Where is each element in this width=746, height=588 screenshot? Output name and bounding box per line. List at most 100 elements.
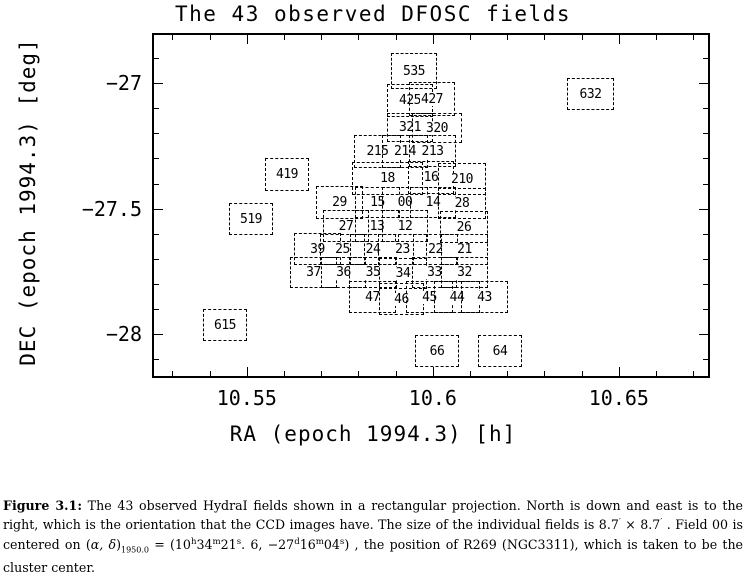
x-axis-minor-tick — [507, 371, 508, 378]
y-axis-minor-tick — [152, 259, 159, 260]
dfosc-field-label: 26 — [455, 219, 473, 235]
y-axis-minor-tick-right — [703, 234, 710, 235]
caption-arcsec-val: 04 — [323, 536, 340, 552]
y-axis-major-tick — [152, 209, 163, 210]
dfosc-field-box: 43 — [461, 281, 508, 313]
y-axis-major-tick — [152, 83, 163, 84]
x-axis-minor-tick-top — [582, 33, 583, 40]
x-axis-minor-tick — [396, 371, 397, 378]
x-axis-minor-tick-top — [321, 33, 322, 40]
dfosc-field-label: 210 — [450, 171, 474, 187]
dfosc-field-box: 427 — [409, 82, 455, 116]
y-axis-minor-tick-right — [703, 309, 710, 310]
y-axis-title: DEC (epoch 1994.3) [deg] — [16, 38, 40, 366]
caption-arcmin-val: 16 — [299, 536, 316, 552]
dfosc-field-label: 16 — [422, 170, 440, 185]
caption-sec-val: 21 — [220, 536, 237, 552]
y-axis-minor-tick-right — [703, 58, 710, 59]
x-axis-major-tick — [247, 367, 248, 378]
x-axis-minor-tick — [321, 371, 322, 378]
x-axis-major-tick — [619, 367, 620, 378]
y-axis-minor-tick — [152, 108, 159, 109]
dfosc-field-label: 27 — [337, 218, 355, 234]
dfosc-field-label: 23 — [394, 242, 411, 257]
caption-min-unit: m — [212, 536, 221, 547]
x-axis-minor-tick — [210, 371, 211, 378]
dfosc-field-label: 519 — [239, 211, 263, 227]
dfosc-field-box: 66 — [415, 335, 459, 367]
dfosc-field-label: 64 — [491, 343, 509, 359]
dfosc-field-box: 632 — [567, 78, 614, 110]
x-axis-minor-tick-top — [693, 33, 694, 40]
y-axis-minor-tick — [152, 359, 159, 360]
x-axis-minor-tick-top — [396, 33, 397, 40]
x-axis-minor-tick-top — [284, 33, 285, 40]
x-axis-minor-tick-top — [656, 33, 657, 40]
dfosc-field-label: 18 — [379, 171, 396, 186]
dfosc-field-label: 37 — [305, 265, 322, 280]
dfosc-field-label: 29 — [331, 195, 348, 210]
caption-epoch: 1950.0 — [120, 545, 149, 555]
y-axis-tick-label: −28 — [105, 322, 142, 347]
y-axis-minor-tick — [152, 234, 159, 235]
dfosc-field-label: 320 — [425, 120, 449, 136]
x-axis-minor-tick — [582, 371, 583, 378]
x-axis-minor-tick — [693, 371, 694, 378]
x-axis-minor-tick-top — [358, 33, 359, 40]
caption-times: × 8.7 — [620, 517, 661, 533]
dfosc-field-label: 12 — [396, 218, 414, 234]
y-axis-major-tick-right — [699, 83, 710, 84]
dfosc-field-label: 66 — [428, 343, 446, 359]
y-axis-minor-tick-right — [703, 259, 710, 260]
dfosc-field-label: 34 — [394, 266, 412, 281]
caption-alpha-delta: α, δ — [90, 536, 117, 552]
x-axis-minor-tick — [544, 371, 545, 378]
y-axis-major-tick — [152, 334, 163, 335]
dfosc-field-box: 519 — [229, 203, 273, 235]
y-axis-minor-tick-right — [703, 158, 710, 159]
y-axis-minor-tick-right — [703, 184, 710, 185]
y-axis-minor-tick-right — [703, 359, 710, 360]
dfosc-field-box: 615 — [203, 309, 247, 341]
y-axis-minor-tick — [152, 133, 159, 134]
dfosc-field-label: 213 — [420, 143, 445, 159]
x-axis-minor-tick-top — [470, 33, 471, 40]
dfosc-field-box: 419 — [265, 158, 309, 191]
x-axis-minor-tick — [284, 371, 285, 378]
x-axis-minor-tick-top — [210, 33, 211, 40]
x-axis-minor-tick-top — [507, 33, 508, 40]
y-axis-major-tick-right — [699, 209, 710, 210]
x-axis-tick-label: 10.6 — [408, 386, 457, 410]
dfosc-field-label: 25 — [334, 242, 351, 257]
x-axis-minor-tick — [172, 371, 173, 378]
y-axis-minor-tick — [152, 284, 159, 285]
y-axis-minor-tick-right — [703, 284, 710, 285]
y-axis-minor-tick — [152, 184, 159, 185]
y-axis-tick-label: −27.5 — [81, 196, 142, 221]
dfosc-field-label: 32 — [456, 265, 473, 280]
figure-title: The 43 observed DFOSC fields — [174, 2, 571, 26]
x-axis-tick-label: 10.65 — [588, 386, 649, 410]
x-axis-minor-tick-top — [544, 33, 545, 40]
x-axis-major-tick-top — [247, 33, 248, 44]
dfosc-field-box: 64 — [478, 335, 522, 367]
caption-arcmin-unit: m — [315, 536, 324, 547]
figure-caption: Figure 3.1: The 43 observed HydraI field… — [3, 497, 743, 576]
x-axis-tick-label: 10.55 — [216, 386, 277, 410]
dfosc-field-label: 21 — [456, 242, 473, 257]
dfosc-field-label: 28 — [453, 196, 471, 211]
y-axis-major-tick-right — [699, 334, 710, 335]
x-axis-major-tick-top — [433, 33, 434, 44]
dfosc-field-label: 427 — [420, 91, 444, 107]
caption-label: Figure 3.1: — [3, 498, 82, 513]
y-axis-minor-tick — [152, 309, 159, 310]
y-axis-minor-tick-right — [703, 108, 710, 109]
caption-eq: = (10 — [148, 536, 191, 552]
y-axis-minor-tick — [152, 58, 159, 59]
x-axis-minor-tick — [358, 371, 359, 378]
caption-min-val: 34 — [196, 536, 213, 552]
x-axis-minor-tick — [656, 371, 657, 378]
caption-dec-frac: . 6, −27 — [241, 536, 295, 552]
dfosc-field-label: 43 — [476, 289, 493, 305]
y-axis-minor-tick — [152, 158, 159, 159]
